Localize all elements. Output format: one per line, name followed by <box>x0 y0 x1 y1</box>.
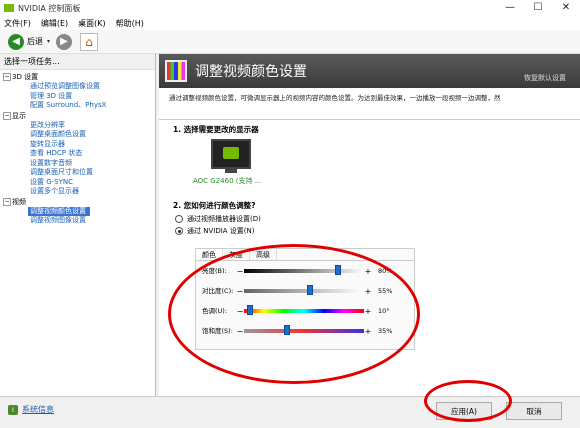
close-button[interactable]: ✕ <box>552 0 580 16</box>
slider-thumb[interactable] <box>335 265 342 275</box>
minus-icon[interactable]: − <box>236 307 244 316</box>
plus-icon[interactable]: + <box>364 327 372 336</box>
tree-category-3d[interactable]: 3D 设置 <box>0 72 155 82</box>
window-title: NVIDIA 控制面板 <box>18 3 81 13</box>
slider-label: 色调(U): <box>202 306 228 315</box>
slider-thumb[interactable] <box>247 305 254 315</box>
section-color-adjust: 2. 您如何进行颜色调整? <box>173 201 256 210</box>
tree-item[interactable]: 配置 Surround、PhysX <box>0 101 155 111</box>
system-info-icon: i <box>8 404 18 415</box>
back-label[interactable]: 后退 <box>27 36 43 47</box>
slider-row: 饱和度(S): − +35% <box>196 321 414 341</box>
bottom-bar <box>0 396 580 428</box>
slider-label: 饱和度(S): <box>202 326 233 335</box>
slider-label: 亮度(B): <box>202 266 227 275</box>
slider-label: 对比度(C): <box>202 286 234 295</box>
page-description: 通过调整视频颜色设置，可微调显示器上的视频内容的颜色设置。为达到最佳效果，一边播… <box>159 88 580 120</box>
plus-icon[interactable]: + <box>364 267 372 276</box>
page-banner: 调整视频颜色设置 恢复默认设置 <box>159 54 580 88</box>
color-settings-panel: 颜色 灰度 高级 亮度(B): − +80% 对比度(C): − +55% 色调(U): − +… <box>195 248 415 350</box>
monitor-icon[interactable] <box>211 139 251 169</box>
slider-track[interactable] <box>244 265 364 275</box>
tree-item[interactable]: 设置 G-SYNC <box>0 178 155 188</box>
tab-gamma[interactable]: 灰度 <box>223 249 250 260</box>
tree-item[interactable]: 旋转显示器 <box>0 140 155 150</box>
minus-icon[interactable]: − <box>236 267 244 276</box>
monitor-stand <box>225 169 237 173</box>
slider-thumb[interactable] <box>283 325 290 335</box>
tree-item[interactable]: 设置多个显示器 <box>0 187 155 197</box>
tree-item[interactable]: 查看 HDCP 状态 <box>0 149 155 159</box>
restore-defaults-link[interactable]: 恢复默认设置 <box>524 73 566 83</box>
slider-row: 色调(U): − +10° <box>196 301 414 321</box>
tree-category-video[interactable]: 视频 <box>0 197 155 207</box>
menu-desktop[interactable]: 桌面(K) <box>78 18 106 29</box>
cancel-button[interactable]: 取消 <box>506 402 562 420</box>
tree-item[interactable]: 设置数字音频 <box>0 159 155 169</box>
tree-item[interactable]: 通过预览调整图像设置 <box>0 82 155 92</box>
tree-item[interactable]: 调整桌面尺寸和位置 <box>0 168 155 178</box>
tree-item-selected[interactable]: 调整视频颜色设置 <box>28 206 90 216</box>
tree-item[interactable]: 调整视频图像设置 <box>0 216 155 226</box>
tab-advanced[interactable]: 高级 <box>250 249 277 260</box>
slider-thumb[interactable] <box>306 285 313 295</box>
slider-value: 80% <box>378 267 393 275</box>
radio-button[interactable] <box>175 215 183 223</box>
back-dropdown-icon[interactable]: ▾ <box>47 38 50 45</box>
minus-icon[interactable]: − <box>236 327 244 336</box>
slider-value: 10° <box>378 307 390 315</box>
plus-icon[interactable]: + <box>364 307 372 316</box>
task-tree: 3D 设置 通过预览调整图像设置 管理 3D 设置 配置 Surround、Ph… <box>0 70 155 226</box>
forward-icon[interactable]: ▶ <box>56 33 73 50</box>
slider-track[interactable] <box>244 305 364 315</box>
home-icon[interactable]: ⌂ <box>80 32 99 51</box>
menu-help[interactable]: 帮助(H) <box>116 18 144 29</box>
monitor-label[interactable]: AOC G2460 (支持 ... <box>193 176 580 186</box>
apply-button[interactable]: 应用(A) <box>436 402 492 420</box>
nvidia-control-panel-window: NVIDIA 控制面板 — ☐ ✕ 文件(F) 编辑(E) 桌面(K) 帮助(H… <box>0 0 580 428</box>
tree-item[interactable]: 管理 3D 设置 <box>0 92 155 102</box>
menu-edit[interactable]: 编辑(E) <box>41 18 68 29</box>
menu-bar: 文件(F) 编辑(E) 桌面(K) 帮助(H) <box>0 16 580 30</box>
radio-player-settings[interactable]: 通过视频播放器设置(D) <box>159 213 580 225</box>
system-info-link[interactable]: i 系统信息 <box>8 404 54 415</box>
slider-row: 亮度(B): − +80% <box>196 261 414 281</box>
slider-value: 55% <box>378 287 393 295</box>
settings-tabs: 颜色 灰度 高级 <box>196 249 414 261</box>
menu-file[interactable]: 文件(F) <box>4 18 31 29</box>
radio-label: 通过视频播放器设置(D) <box>187 215 261 223</box>
toolbar: ◀ 后退 ▾ ▶ ⌂ <box>0 30 580 54</box>
task-sidebar: 选择一项任务... 3D 设置 通过预览调整图像设置 管理 3D 设置 配置 S… <box>0 54 156 396</box>
radio-label: 通过 NVIDIA 设置(N) <box>187 227 255 235</box>
tree-item[interactable]: 调整桌面颜色设置 <box>0 130 155 140</box>
slider-row: 对比度(C): − +55% <box>196 281 414 301</box>
video-color-icon <box>165 60 187 82</box>
main-content: 调整视频颜色设置 恢复默认设置 通过调整视频颜色设置，可微调显示器上的视频内容的… <box>159 54 580 396</box>
back-icon[interactable]: ◀ <box>8 33 24 50</box>
title-bar: NVIDIA 控制面板 — ☐ ✕ <box>0 0 580 16</box>
plus-icon[interactable]: + <box>364 287 372 296</box>
page-title: 调整视频颜色设置 <box>195 64 307 80</box>
maximize-button[interactable]: ☐ <box>524 0 552 16</box>
slider-value: 35% <box>378 327 393 335</box>
minimize-button[interactable]: — <box>496 0 524 16</box>
nvidia-logo-icon <box>4 4 14 12</box>
slider-track[interactable] <box>244 285 364 295</box>
section-select-display: 1. 选择需要更改的显示器 <box>173 125 259 134</box>
tree-category-display[interactable]: 显示 <box>0 111 155 121</box>
radio-button-selected[interactable] <box>175 227 183 235</box>
tree-item[interactable]: 更改分辨率 <box>0 121 155 131</box>
tab-color[interactable]: 颜色 <box>196 249 223 260</box>
radio-nvidia-settings[interactable]: 通过 NVIDIA 设置(N) <box>159 225 580 237</box>
slider-track[interactable] <box>244 325 364 335</box>
system-info-label[interactable]: 系统信息 <box>22 404 54 415</box>
minus-icon[interactable]: − <box>236 287 244 296</box>
sidebar-header: 选择一项任务... <box>0 54 155 70</box>
